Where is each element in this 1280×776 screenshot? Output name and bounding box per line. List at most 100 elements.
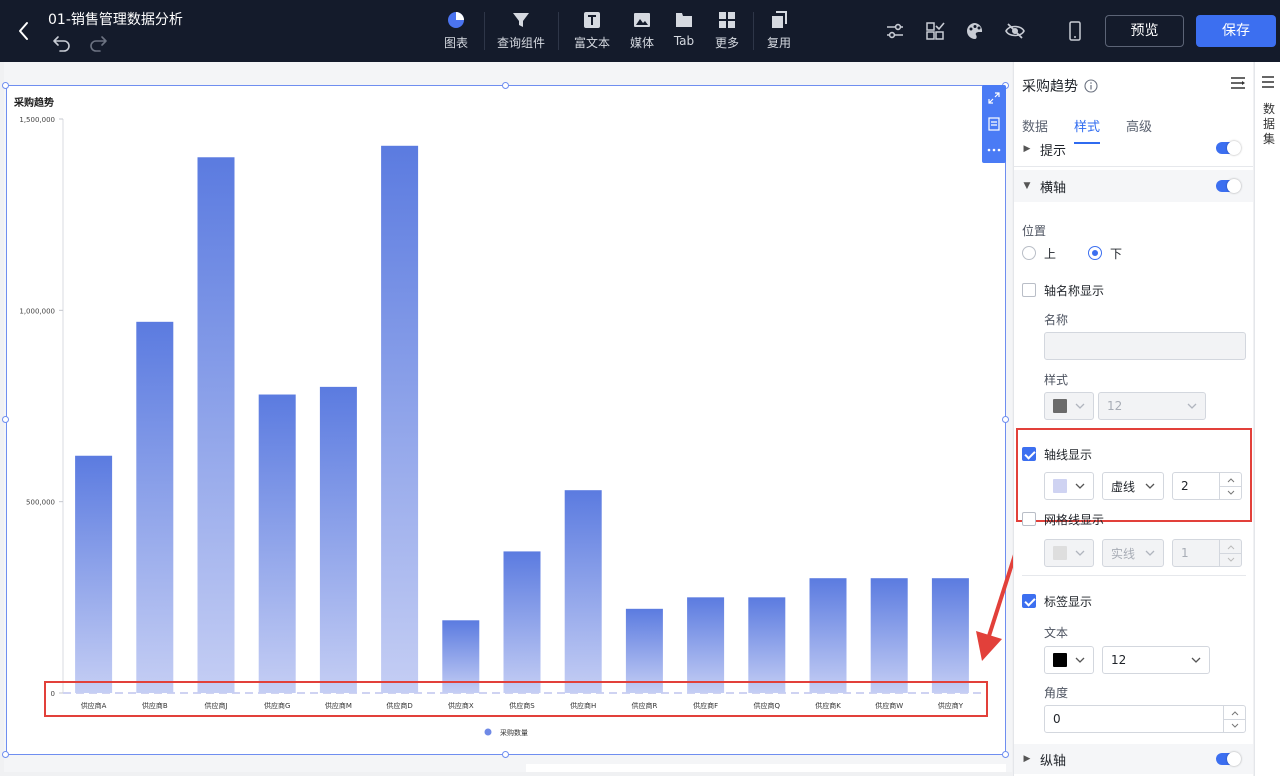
grid-type-select[interactable]: 实线 [1102, 539, 1164, 567]
chevron-down-icon [1191, 657, 1201, 663]
dataset-side-tab[interactable]: 数据集 [1254, 62, 1280, 776]
info-icon[interactable] [1084, 79, 1098, 93]
tooltip-toggle[interactable] [1216, 141, 1241, 155]
chevron-up-icon [1227, 544, 1234, 549]
y-axis-toggle[interactable] [1216, 752, 1241, 766]
axis-name-color-select[interactable] [1044, 392, 1094, 420]
tool-query[interactable]: 查询组件 [495, 10, 547, 54]
collapse-menu-icon[interactable] [1230, 76, 1246, 90]
section-y-axis-label: 纵轴 [1040, 753, 1067, 769]
tool-chart-label: 图表 [443, 36, 468, 50]
section-tooltip-label: 提示 [1040, 143, 1067, 159]
grid-color-select[interactable] [1044, 539, 1094, 567]
tool-reuse[interactable]: 复用 [764, 10, 794, 54]
chevron-down-icon [1227, 490, 1234, 495]
text-size-select[interactable]: 12 [1102, 646, 1210, 674]
position-top-label: 上 [1044, 247, 1057, 261]
bar [564, 490, 602, 693]
axis-name-input[interactable] [1044, 332, 1246, 360]
preview-button[interactable]: 预览 [1105, 15, 1184, 47]
grid-width-stepper[interactable]: 1 [1172, 539, 1242, 567]
chevron-down-icon [1227, 557, 1234, 562]
caret-right-icon: ▶ [1023, 754, 1031, 764]
increment-button[interactable] [1220, 473, 1241, 486]
hide-eye-icon[interactable] [1004, 20, 1026, 42]
tool-more[interactable]: 更多 [712, 10, 742, 54]
chevron-down-icon [1075, 483, 1085, 489]
grid-line-checkbox[interactable] [1022, 512, 1036, 526]
x-axis-highlight-box [44, 681, 988, 717]
mobile-icon[interactable] [1064, 20, 1086, 42]
section-y-axis[interactable]: ▶ 纵轴 [1014, 744, 1253, 774]
text-size-value: 12 [1111, 653, 1127, 667]
settings-sliders-icon[interactable] [884, 20, 906, 42]
canvas-bottom-strip [526, 764, 1006, 772]
bar [319, 386, 357, 693]
tool-media[interactable]: 媒体 [626, 10, 658, 54]
stepper-buttons [1219, 540, 1241, 566]
color-swatch [1053, 399, 1067, 413]
settings-panel: 采购趋势 数据 样式 高级 ▶ 提示 ▼ 横轴 位置 上 下 轴名称显示 名称 … [1013, 62, 1253, 776]
section-x-axis[interactable]: ▼ 横轴 [1014, 170, 1253, 202]
resize-handle[interactable] [2, 82, 9, 89]
decrement-button[interactable] [1220, 553, 1241, 566]
section-divider [1022, 575, 1246, 576]
save-button[interactable]: 保存 [1196, 15, 1276, 47]
tool-tab-label: Tab [673, 34, 695, 48]
color-swatch [1053, 546, 1067, 560]
axis-name-checkbox[interactable] [1022, 283, 1036, 297]
undo-icon[interactable] [52, 34, 72, 52]
chevron-down-icon [1075, 550, 1085, 556]
text-icon [584, 12, 600, 28]
chevron-down-icon [1145, 483, 1155, 489]
chevron-down-icon [1231, 723, 1238, 728]
grid-line-label: 网格线显示 [1044, 513, 1105, 527]
stepper-buttons [1223, 706, 1245, 732]
axis-name-size-select[interactable]: 12 [1098, 392, 1206, 420]
panel-header: 采购趋势 [1022, 76, 1098, 96]
tool-chart[interactable]: 图表 [438, 10, 474, 54]
increment-button[interactable] [1224, 706, 1245, 719]
tool-tab[interactable]: Tab [670, 10, 698, 54]
resize-handle[interactable] [502, 751, 509, 758]
grid-icon [719, 12, 735, 28]
axis-line-width-stepper[interactable]: 2 [1172, 472, 1242, 500]
position-bottom-label: 下 [1110, 247, 1123, 261]
palette-icon[interactable] [964, 20, 986, 42]
section-tooltip[interactable]: ▶ 提示 [1014, 136, 1253, 162]
chevron-down-icon [1145, 550, 1155, 556]
tool-reuse-label: 复用 [766, 36, 791, 50]
tool-richtext-label: 富文本 [573, 36, 610, 50]
position-bottom-radio[interactable] [1088, 246, 1102, 260]
angle-stepper[interactable]: 0 [1044, 705, 1246, 733]
text-color-select[interactable] [1044, 646, 1094, 674]
chevron-up-icon [1227, 477, 1234, 482]
grid-type-value: 实线 [1111, 546, 1136, 561]
resize-handle[interactable] [1002, 751, 1009, 758]
increment-button[interactable] [1220, 540, 1241, 553]
bar [381, 145, 419, 693]
name-label: 名称 [1044, 313, 1069, 327]
position-top-radio[interactable] [1022, 246, 1036, 260]
axis-line-checkbox[interactable] [1022, 447, 1036, 461]
resize-handle[interactable] [502, 82, 509, 89]
decrement-button[interactable] [1224, 719, 1245, 732]
resize-handle[interactable] [1002, 416, 1009, 423]
bar [258, 394, 296, 693]
axis-line-type-select[interactable]: 虚线 [1102, 472, 1164, 500]
axis-line-color-select[interactable] [1044, 472, 1094, 500]
tool-richtext[interactable]: 富文本 [572, 10, 612, 54]
caret-right-icon: ▶ [1023, 144, 1031, 154]
stepper-buttons [1219, 473, 1241, 499]
bar-chart: 0500,0001,000,0001,500,000供应商A 供应商B 供应商J 供应… [19, 116, 981, 737]
angle-value: 0 [1053, 712, 1061, 726]
back-arrow-icon[interactable] [12, 18, 36, 44]
x-axis-toggle[interactable] [1216, 179, 1241, 193]
redo-icon[interactable] [88, 34, 108, 52]
position-label: 位置 [1022, 224, 1047, 238]
bar [748, 597, 786, 693]
resize-handle[interactable] [2, 751, 9, 758]
decrement-button[interactable] [1220, 486, 1241, 499]
checklist-icon[interactable] [924, 20, 946, 42]
tick-label-checkbox[interactable] [1022, 594, 1036, 608]
